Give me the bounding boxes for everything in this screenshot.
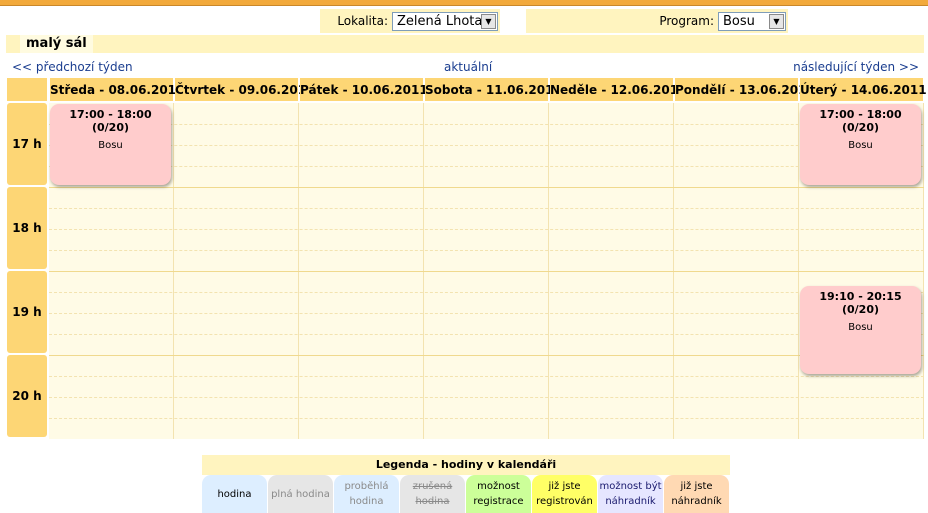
grid-line: [49, 208, 924, 209]
legend-item: již jste registrován: [532, 475, 597, 513]
grid-line: [49, 145, 924, 146]
hour-label: 19 h: [7, 271, 47, 353]
hour-label: 17 h: [7, 103, 47, 185]
location-select-value: Zelená Lhota: [397, 13, 483, 29]
grid-line: [49, 418, 924, 419]
legend-item: možnost registrace: [466, 475, 531, 513]
lesson-event[interactable]: 17:00 - 18:00 (0/20) Bosu: [800, 104, 921, 185]
lesson-program: Bosu: [98, 140, 123, 151]
location-filter: Lokalita: Zelená Lhota ▼: [320, 9, 500, 33]
grid-line: [49, 355, 924, 356]
location-label: Lokalita:: [337, 14, 388, 28]
top-accent-bar: [0, 0, 928, 6]
week-calendar: Středa - 08.06.2011 Čtvrtek - 09.06.2011 P…: [7, 78, 927, 440]
day-header: Pátek - 10.06.2011: [300, 78, 428, 101]
grid-line: [49, 187, 924, 188]
program-filter: Program: Bosu ▼: [526, 9, 788, 33]
grid-line: [49, 292, 924, 293]
grid-line: [49, 229, 924, 230]
hour-label: 18 h: [7, 187, 47, 269]
grid-line: [49, 166, 924, 167]
day-header: Sobota - 11.06.2011: [425, 78, 562, 101]
grid-line: [49, 250, 924, 251]
grid-line: [49, 124, 924, 125]
program-select[interactable]: Bosu ▼: [718, 11, 786, 31]
day-header: Neděle - 12.06.2011: [550, 78, 686, 101]
legend-item: již jste náhradník: [664, 475, 729, 513]
lesson-time: 19:10 - 20:15 (0/20): [819, 290, 902, 316]
lesson-event[interactable]: 17:00 - 18:00 (0/20) Bosu: [50, 104, 171, 185]
lesson-event[interactable]: 19:10 - 20:15 (0/20) Bosu: [800, 286, 921, 374]
lesson-time: 17:00 - 18:00 (0/20): [819, 108, 902, 134]
grid-line: [49, 334, 924, 335]
grid-line: [49, 313, 924, 314]
lesson-time: 17:00 - 18:00 (0/20): [69, 108, 152, 134]
chevron-down-icon[interactable]: ▼: [769, 13, 784, 29]
next-week-link[interactable]: následující týden >>: [793, 60, 919, 74]
room-band: [6, 35, 924, 53]
legend-item: hodina: [202, 475, 267, 513]
previous-week-link[interactable]: << předchozí týden: [12, 60, 133, 74]
corner-header: [7, 78, 47, 101]
grid-line: [49, 271, 924, 272]
day-header: Úterý - 14.06.2011: [800, 78, 927, 101]
legend-item: možnost být náhradník: [598, 475, 663, 513]
program-select-value: Bosu: [723, 13, 755, 29]
room-name: malý sál: [20, 35, 93, 53]
day-header: Středa - 08.06.2011: [50, 78, 184, 101]
location-select[interactable]: Zelená Lhota ▼: [392, 11, 498, 31]
current-week-link[interactable]: aktuální: [444, 60, 492, 74]
legend-item: zrušená hodina: [400, 475, 465, 513]
grid-line: [49, 376, 924, 377]
chevron-down-icon[interactable]: ▼: [481, 13, 496, 29]
lesson-program: Bosu: [848, 322, 873, 333]
day-header: Pondělí - 13.06.2011: [675, 78, 815, 101]
legend-item: proběhlá hodina: [334, 475, 399, 513]
program-label: Program:: [659, 14, 714, 28]
day-header: Čtvrtek - 09.06.2011: [175, 78, 314, 101]
grid-line: [49, 397, 924, 398]
legend-item: plná hodina: [268, 475, 333, 513]
calendar-grid: 17:00 - 18:00 (0/20) Bosu 17:00 - 18:00 (0…: [49, 103, 924, 439]
legend-title: Legenda - hodiny v kalendáři: [202, 455, 730, 475]
hour-label: 20 h: [7, 355, 47, 437]
lesson-program: Bosu: [848, 140, 873, 151]
